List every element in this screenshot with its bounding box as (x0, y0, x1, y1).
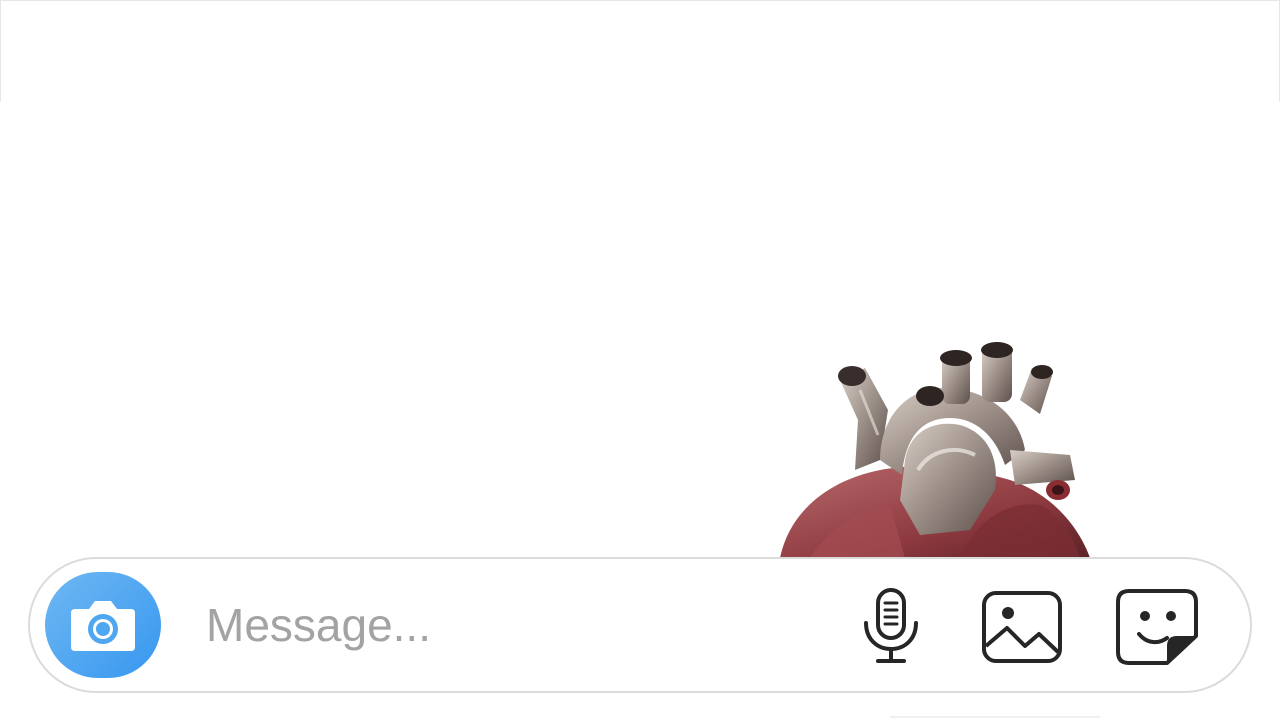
divider (890, 716, 1100, 718)
voice-message-button[interactable] (856, 585, 926, 667)
gallery-button[interactable] (980, 589, 1064, 665)
chat-header-area (0, 0, 1280, 102)
camera-button[interactable] (45, 572, 161, 678)
sticker-button[interactable] (1114, 587, 1200, 667)
gallery-icon (982, 591, 1062, 663)
message-input[interactable] (206, 595, 826, 655)
microphone-icon (864, 588, 918, 663)
heart-sticker-image (780, 342, 1090, 558)
sticker-icon (1116, 589, 1198, 665)
message-composer (28, 557, 1252, 693)
camera-icon (71, 601, 135, 651)
